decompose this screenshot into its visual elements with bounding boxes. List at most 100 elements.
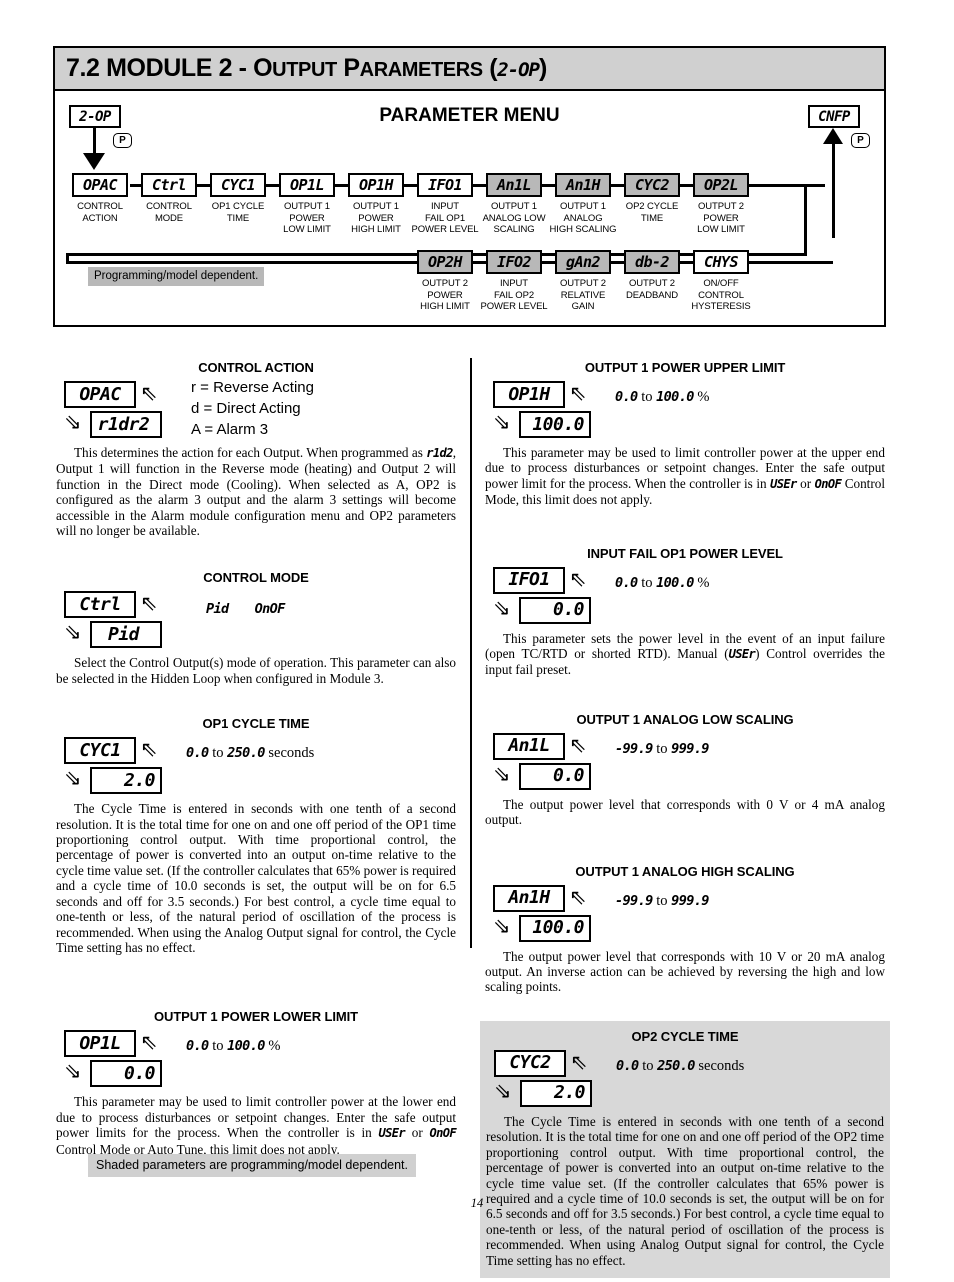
choice-alarm3: A = Alarm 3 [191,421,269,438]
param-value-box-op1l[interactable]: 0.0 [90,1060,162,1088]
section-title-analog-low: OUTPUT 1 ANALOG LOW SCALING [576,711,794,727]
body-op1-power-lower: This parameter may be used to limit cont… [56,1094,457,1157]
diagram-label-chys: ON/OFF CONTROL HYSTERESIS [691,278,751,312]
body-op1-cycle-time: The Cycle Time is entered in seconds wit… [56,801,456,955]
inline-code-onof: OnOF [814,476,842,491]
param-value-box-an1h[interactable]: 100.0 [519,914,591,942]
section-input-fail-op1: INPUT FAIL OP1 POWER LEVEL IFO1 ⇖ ⇘ 0.0 … [485,546,885,678]
param-value-box-op1h[interactable]: 100.0 [519,411,591,438]
choice-reverse: r = Reverse Acting [191,379,314,396]
row-wrap-vertical-right [804,184,807,256]
param-name-box-op1h: OP1H [493,381,565,408]
arrow-down-right-icon: ⇘ [64,620,82,645]
smallcap-output: UTPUT [272,59,337,81]
p-button-exit[interactable]: P [851,133,870,148]
entry-arrow-down-icon [83,153,105,170]
diagram-exit-box: CNFP [808,105,860,128]
param-display-opac: OPAC ⇖ ⇘ r1dr2 r = Reverse Acting d = Di… [56,379,456,443]
smallcap-o: O [253,54,273,82]
diagram-node-op1l[interactable]: OP1L [279,173,335,197]
inline-code-onof: OnOF [429,1126,456,1141]
inline-code-r1d2: r1d2 [426,446,453,460]
section-title-op2-cycle-time: OP2 CYCLE TIME [631,1028,739,1044]
section-op1-power-lower: OUTPUT 1 POWER LOWER LIMIT OP1L ⇖ ⇘ 0.0 … [56,1009,457,1157]
diagram-node-an1h[interactable]: An1H [555,173,611,197]
diagram-node-gan2[interactable]: gAn2 [555,250,611,274]
arrow-down-right-icon: ⇘ [64,766,82,791]
diagram-node-ifo1[interactable]: IFO1 [417,173,473,197]
range-op1-cycle-time: 0.0 to 250.0 seconds [186,745,315,762]
param-name-box-ifo1: IFO1 [493,566,565,594]
arrow-up-left-icon: ⇖ [569,884,587,909]
arrow-up-left-icon: ⇖ [569,732,587,757]
right-column: OUTPUT 1 POWER UPPER LIMIT OP1H ⇖ ⇘ 100.… [480,360,890,1282]
arrow-down-right-icon: ⇘ [494,1078,512,1103]
param-value-box-cyc2[interactable]: 2.0 [520,1079,592,1107]
row2-tail-connector [749,261,833,264]
page-title: 7.2 MODULE 2 - OUTPUT PARAMETERS (2-OP) [55,54,547,83]
diagram-node-op2l[interactable]: OP2L [693,173,749,197]
arrow-down-right-icon: ⇘ [64,410,82,434]
param-value-box-an1l[interactable]: 0.0 [519,762,591,790]
footer-shaded-note: Shaded parameters are programming/model … [88,1154,416,1177]
section-title-op1-power-upper: OUTPUT 1 POWER UPPER LIMIT [584,360,786,375]
param-value-box-opac[interactable]: r1dr2 [90,411,162,438]
diagram-node-an1l[interactable]: An1L [486,173,542,197]
range-analog-low: -99.9 to 999.9 [615,740,709,757]
diagram-node-chys[interactable]: CHYS [693,250,749,274]
left-column: CONTROL ACTION OPAC ⇖ ⇘ r1dr2 r = Revers… [56,360,457,1161]
diagram-node-cyc1[interactable]: CYC1 [210,173,266,197]
row1-tail-connector [749,184,807,187]
param-value-box-cyc1[interactable]: 2.0 [90,767,162,795]
body-analog-high: The output power level that corresponds … [485,948,885,995]
section-title-control-action: CONTROL ACTION [198,360,314,375]
diagram-node-op2h[interactable]: OP2H [417,250,473,274]
section-op1-cycle-time: OP1 CYCLE TIME CYC1 ⇖ ⇘ 2.0 0.0 to 250.0… [56,716,456,955]
column-divider [470,358,472,948]
section-title-control-mode: CONTROL MODE [203,570,309,586]
section-analog-low: OUTPUT 1 ANALOG LOW SCALING An1L ⇖ ⇘ 0.0… [485,712,885,828]
diagram-node-db2[interactable]: db-2 [624,250,680,274]
section-control-mode: CONTROL MODE Ctrl ⇖ ⇘ Pid Pid OnOF Select… [56,570,456,686]
arrow-down-right-icon: ⇘ [493,913,511,938]
smallcap-parameters: ARAMETERS [359,59,483,81]
arrow-up-left-icon: ⇖ [570,1049,588,1074]
range-op2-cycle-time: 0.0 to 250.0 seconds [616,1057,745,1074]
diagram-node-op1h[interactable]: OP1H [348,173,404,197]
diagram-title: PARAMETER MENU [379,105,560,126]
arrow-down-right-icon: ⇘ [64,1059,82,1084]
param-value-box-ifo1[interactable]: 0.0 [519,596,591,624]
diagram-node-cyc2[interactable]: CYC2 [624,173,680,197]
diagram-node-opac[interactable]: OPAC [72,173,128,197]
option-pid[interactable]: Pid [206,601,229,617]
diagram-node-ctrl[interactable]: Ctrl [141,173,197,197]
inline-code-user: USEr [770,476,797,491]
param-value-box-ctrl[interactable]: Pid [90,621,162,649]
arrow-up-left-icon: ⇖ [569,566,587,591]
body-analog-low: The output power level that corresponds … [485,796,885,828]
arrow-down-right-icon: ⇘ [493,761,511,786]
section-title-analog-high: OUTPUT 1 ANALOG HIGH SCALING [575,863,795,879]
param-name-box-cyc2: CYC2 [494,1049,566,1077]
param-name-box-ctrl: Ctrl [64,591,136,619]
paren-close: ) [538,54,547,82]
control-action-choices: r = Reverse Acting d = Direct Acting A =… [191,377,314,440]
param-display-cyc1: CYC1 ⇖ ⇘ 2.0 0.0 to 250.0 seconds [56,737,456,799]
param-display-an1h: An1H ⇖ ⇘ 100.0 -99.9 to 999.9 [485,884,885,947]
smallcap-p: P [343,54,360,82]
arrow-down-right-icon: ⇘ [493,595,511,620]
p-button-entry[interactable]: P [113,133,132,148]
diagram-label-op2l: OUTPUT 2 POWER LOW LIMIT [697,201,745,235]
header-seg-code: 2-OP [497,59,540,81]
body-op1-power-upper: This parameter may be used to limit cont… [485,445,885,508]
section-header-bar: 7.2 MODULE 2 - OUTPUT PARAMETERS (2-OP) [53,46,886,91]
param-name-box-cyc1: CYC1 [64,737,136,765]
option-onof[interactable]: OnOF [255,601,286,617]
param-name-box-an1l: An1L [493,732,565,760]
diagram-node-ifo2[interactable]: IFO2 [486,250,542,274]
choice-direct: d = Direct Acting [191,400,301,417]
arrow-up-left-icon: ⇖ [140,1030,158,1055]
section-control-action: CONTROL ACTION OPAC ⇖ ⇘ r1dr2 r = Revers… [56,360,456,538]
arrow-up-left-icon: ⇖ [140,591,158,616]
page-number: 14 [470,1196,484,1210]
